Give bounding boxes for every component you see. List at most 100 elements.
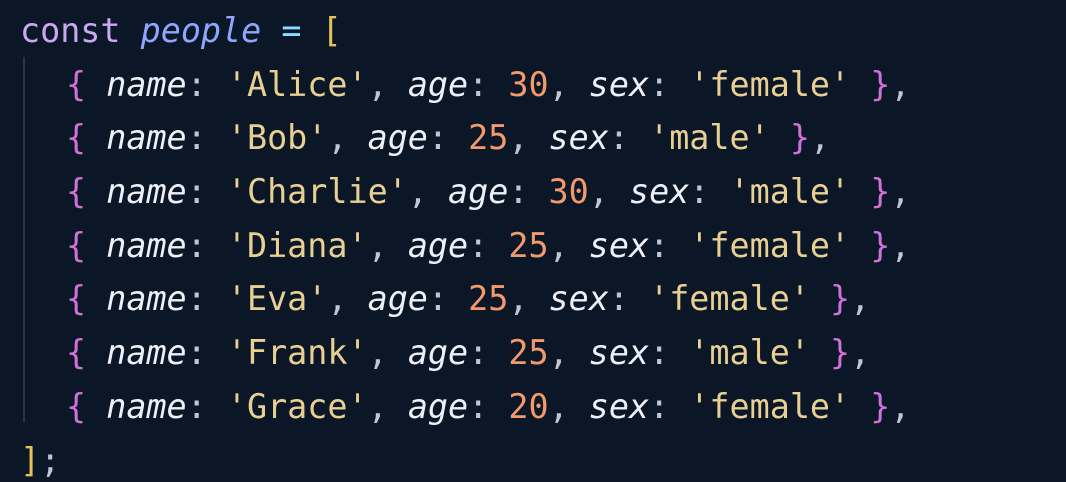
key-sex: sex [548, 279, 609, 319]
colon: : [649, 386, 670, 426]
comma: , [890, 386, 911, 426]
comma: , [367, 225, 388, 265]
key-age: age [367, 118, 428, 158]
key-name: name [106, 386, 187, 426]
colon: : [649, 64, 670, 104]
value-sex: 'female' [649, 279, 810, 319]
assign-operator: = [281, 11, 302, 50]
brace-open: { [66, 333, 87, 373]
key-name: name [106, 279, 187, 319]
colon: : [186, 172, 207, 212]
value-name: 'Eva' [226, 279, 328, 319]
comma: , [850, 333, 871, 373]
value-name: 'Diana' [226, 225, 368, 265]
comma: , [890, 172, 911, 212]
value-sex: 'male' [689, 333, 810, 373]
key-age: age [448, 172, 509, 212]
comma: , [327, 279, 348, 319]
colon: : [649, 225, 670, 265]
code-line-declaration: const people = [ [0, 4, 1066, 58]
brace-close: } [789, 118, 810, 158]
brace-open: { [66, 225, 87, 265]
key-name: name [106, 333, 187, 373]
colon: : [186, 118, 207, 158]
key-sex: sex [588, 333, 650, 373]
brace-close: } [870, 225, 891, 265]
colon: : [508, 172, 529, 212]
brace-open: { [66, 386, 87, 426]
code-line-entry: { name: 'Bob', age: 25, sex: 'male' }, [0, 111, 1066, 165]
code-editor[interactable]: const people = [ { name: 'Alice', age: 3… [0, 0, 1066, 482]
brace-close: } [830, 279, 851, 319]
colon: : [186, 333, 207, 373]
value-age: 25 [468, 118, 509, 158]
value-name: 'Grace' [226, 386, 368, 426]
code-line-entry: { name: 'Grace', age: 20, sex: 'female' … [0, 380, 1066, 434]
key-age: age [367, 279, 428, 319]
colon: : [186, 225, 207, 265]
comma: , [850, 279, 871, 319]
key-name: name [106, 118, 187, 158]
key-name: name [106, 64, 187, 104]
brace-close: } [870, 386, 891, 426]
colon: : [649, 333, 670, 373]
colon: : [608, 279, 629, 319]
colon: : [468, 333, 489, 373]
key-sex: sex [588, 64, 650, 104]
colon: : [689, 172, 710, 212]
key-age: age [407, 225, 469, 265]
close-bracket: ] [20, 440, 41, 480]
key-name: name [106, 172, 187, 212]
value-age: 20 [508, 386, 549, 426]
colon: : [186, 386, 207, 426]
key-name: name [106, 225, 187, 265]
brace-open: { [66, 172, 87, 212]
comma: , [588, 172, 609, 212]
comma: , [407, 172, 428, 212]
value-age: 25 [508, 225, 549, 265]
value-sex: 'female' [689, 64, 851, 104]
value-name: 'Charlie' [226, 172, 408, 212]
code-line-entry: { name: 'Frank', age: 25, sex: 'male' }, [0, 326, 1066, 380]
value-age: 30 [548, 172, 589, 212]
value-age: 25 [508, 333, 549, 373]
comma: , [367, 64, 388, 104]
entries-block: { name: 'Alice', age: 30, sex: 'female' … [0, 58, 1066, 434]
value-name: 'Alice' [226, 64, 368, 104]
brace-open: { [66, 279, 87, 319]
comma: , [809, 118, 831, 158]
brace-open: { [66, 118, 87, 158]
semicolon: ; [40, 440, 61, 480]
code-line-entry: { name: 'Charlie', age: 30, sex: 'male' … [0, 165, 1066, 219]
comma: , [508, 118, 529, 158]
value-sex: 'female' [689, 386, 851, 426]
brace-close: } [830, 333, 851, 373]
colon: : [468, 64, 489, 104]
value-age: 25 [468, 279, 509, 319]
comma: , [890, 225, 911, 265]
comma: , [548, 386, 569, 426]
value-sex: 'male' [729, 172, 851, 212]
key-age: age [407, 333, 469, 373]
comma: , [890, 64, 911, 104]
variable-name: people [140, 11, 262, 50]
key-age: age [407, 64, 469, 104]
comma: , [367, 333, 388, 373]
comma: , [508, 279, 529, 319]
value-age: 30 [508, 64, 549, 104]
key-sex: sex [548, 118, 609, 158]
colon: : [427, 118, 449, 158]
colon: : [186, 64, 207, 104]
code-line-entry: { name: 'Diana', age: 25, sex: 'female' … [0, 219, 1066, 273]
brace-close: } [870, 172, 891, 212]
comma: , [548, 225, 569, 265]
code-line-entry: { name: 'Alice', age: 30, sex: 'female' … [0, 58, 1066, 112]
key-sex: sex [588, 225, 650, 265]
code-line-close: ]; [0, 434, 1066, 482]
value-sex: 'male' [649, 118, 770, 158]
code-line-entry: { name: 'Eva', age: 25, sex: 'female' }, [0, 272, 1066, 326]
colon: : [608, 118, 629, 158]
value-name: 'Bob' [226, 118, 328, 158]
key-sex: sex [628, 172, 690, 212]
value-sex: 'female' [689, 225, 851, 265]
